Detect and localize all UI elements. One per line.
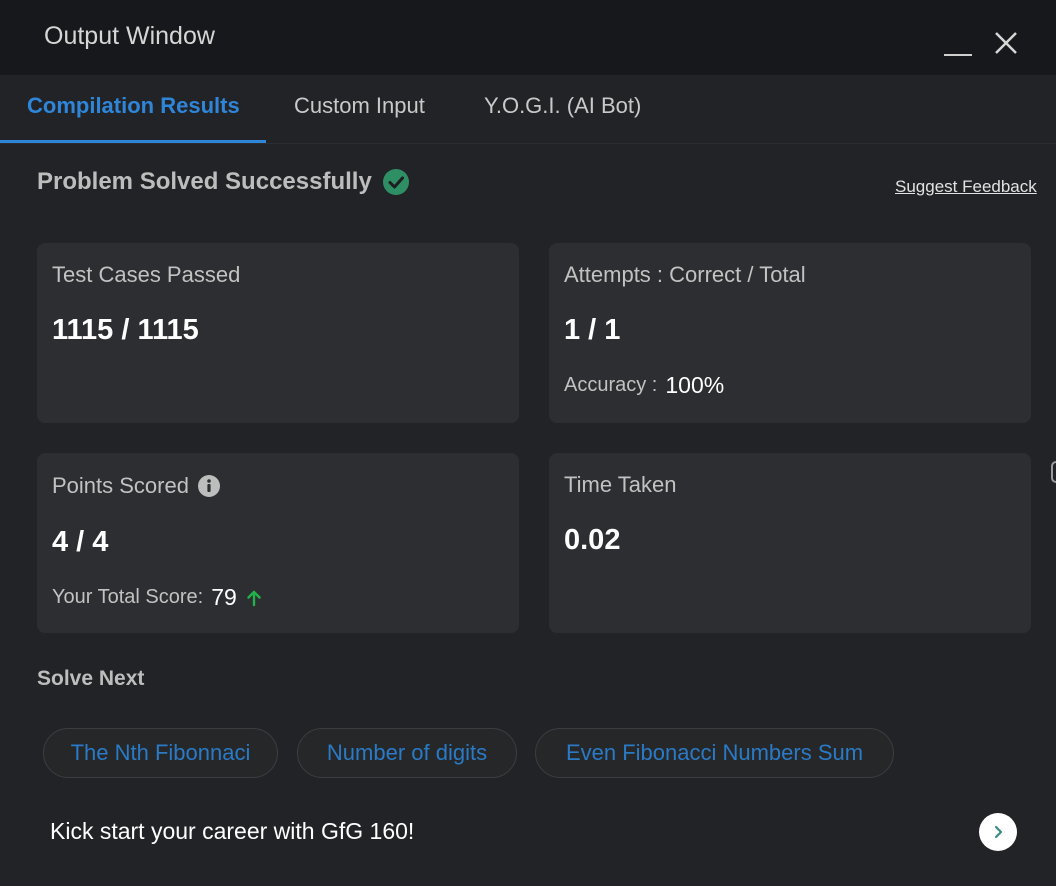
points-value: 4 / 4 (52, 526, 109, 558)
result-status: Problem Solved Successfully (37, 168, 409, 196)
points-card: Points Scored 4 / 4 Your Total Score: 79 (37, 453, 519, 633)
resize-handle[interactable] (1051, 461, 1056, 483)
test-cases-label: Test Cases Passed (52, 262, 241, 287)
window-title: Output Window (44, 22, 215, 50)
test-cases-value: 1115 / 1115 (52, 314, 199, 346)
status-text: Problem Solved Successfully (37, 168, 372, 195)
time-label: Time Taken (564, 472, 677, 497)
problem-chip[interactable]: Number of digits (297, 728, 517, 778)
tab-custom-input[interactable]: Custom Input (294, 93, 425, 119)
minimize-icon[interactable] (944, 28, 972, 56)
title-bar: Output Window (0, 0, 1056, 75)
problem-chip[interactable]: The Nth Fibonnaci (43, 728, 278, 778)
check-circle-icon (382, 169, 409, 195)
tab-bar: Compilation Results Custom Input Y.O.G.I… (0, 75, 1056, 144)
time-value: 0.02 (564, 524, 621, 556)
tab-yogi-ai-bot[interactable]: Y.O.G.I. (AI Bot) (484, 93, 641, 119)
problem-chip[interactable]: Even Fibonacci Numbers Sum (535, 728, 894, 778)
active-tab-indicator (0, 140, 266, 143)
total-score-value: 79 (211, 584, 237, 610)
attempts-value: 1 / 1 (564, 314, 621, 346)
points-label-row: Points Scored (52, 473, 220, 499)
info-icon[interactable] (197, 475, 220, 497)
accuracy-row: Accuracy : 100% (564, 372, 724, 399)
attempts-card: Attempts : Correct / Total 1 / 1 Accurac… (549, 243, 1031, 423)
accuracy-value: 100% (665, 372, 725, 398)
attempts-label: Attempts : Correct / Total (564, 262, 806, 287)
suggest-feedback-link[interactable]: Suggest Feedback (895, 177, 1037, 197)
promo-text: Kick start your career with GfG 160! (50, 818, 415, 844)
accuracy-label: Accuracy : (564, 374, 658, 396)
total-score-row: Your Total Score: 79 (52, 584, 263, 611)
solve-next-heading: Solve Next (37, 667, 145, 690)
points-label: Points Scored (52, 473, 189, 498)
test-cases-card: Test Cases Passed 1115 / 1115 (37, 243, 519, 423)
total-score-label: Your Total Score: (52, 586, 204, 608)
close-icon[interactable] (993, 30, 1019, 56)
arrow-up-icon (245, 589, 263, 607)
tab-compilation-results[interactable]: Compilation Results (27, 93, 240, 119)
time-card: Time Taken 0.02 (549, 453, 1031, 633)
chevron-right-icon[interactable] (979, 813, 1017, 851)
